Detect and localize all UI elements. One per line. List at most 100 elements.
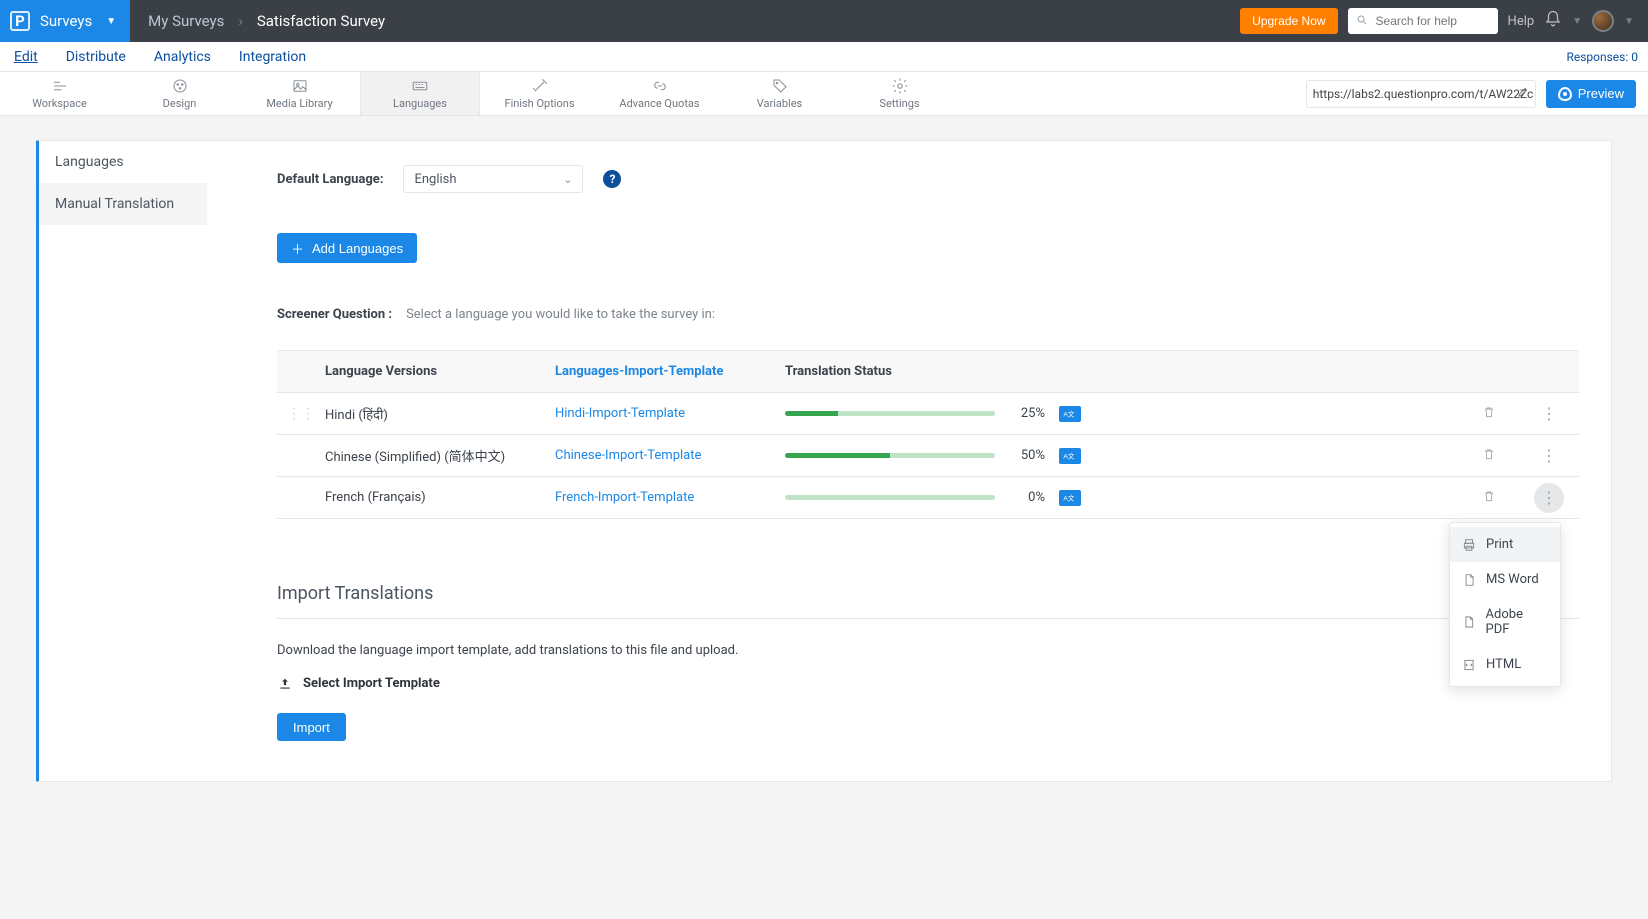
tool-label: Finish Options xyxy=(504,97,574,110)
edit-toolbar: Workspace Design Media Library Languages… xyxy=(0,72,1648,116)
menu-item-msword[interactable]: MS Word xyxy=(1450,562,1560,597)
select-import-template[interactable]: Select Import Template xyxy=(277,676,1579,691)
help-search[interactable] xyxy=(1348,8,1498,34)
help-search-input[interactable] xyxy=(1374,13,1490,29)
import-template-link[interactable]: Hindi-Import-Template xyxy=(555,406,785,421)
translation-status: 25% A文 xyxy=(785,406,1125,422)
palette-icon xyxy=(171,77,189,95)
languages-panel: Languages Manual Translation Default Lan… xyxy=(36,140,1612,782)
menu-label: MS Word xyxy=(1486,572,1539,587)
drag-handle-icon[interactable]: ⋮⋮ xyxy=(277,406,325,422)
side-item-languages[interactable]: Languages xyxy=(39,141,207,183)
user-avatar[interactable] xyxy=(1592,10,1614,32)
caret-down-icon: ▼ xyxy=(106,16,116,27)
plus-icon: ＋ xyxy=(291,239,304,258)
default-language-value: English xyxy=(414,172,456,187)
svg-text:A文: A文 xyxy=(1063,409,1074,418)
progress-pct: 25% xyxy=(1009,406,1045,421)
help-icon[interactable]: ? xyxy=(603,170,621,188)
link-icon xyxy=(651,77,669,95)
auto-translate-badge-icon[interactable]: A文 xyxy=(1059,406,1081,422)
tool-label: Advance Quotas xyxy=(619,97,699,110)
tool-label: Variables xyxy=(757,97,803,110)
word-icon xyxy=(1462,573,1476,587)
add-languages-button[interactable]: ＋ Add Languages xyxy=(277,233,417,263)
tab-edit[interactable]: Edit xyxy=(14,49,38,65)
caret-down-icon: ▼ xyxy=(1624,16,1634,27)
brand-switcher[interactable]: P Surveys ▼ xyxy=(0,0,130,42)
tool-label: Design xyxy=(163,97,197,110)
screener-text: Select a language you would like to take… xyxy=(406,307,715,322)
import-template-link[interactable]: French-Import-Template xyxy=(555,490,785,505)
import-button[interactable]: Import xyxy=(277,713,346,741)
menu-item-html[interactable]: HTML xyxy=(1450,647,1560,682)
tool-label: Workspace xyxy=(32,97,87,110)
languages-content: Default Language: English ⌄ ? ＋ Add Lang… xyxy=(207,141,1611,781)
table-row: Chinese (Simplified) (简体中文) Chinese-Impo… xyxy=(277,435,1579,477)
side-item-manual-translation[interactable]: Manual Translation xyxy=(39,183,207,225)
more-actions-button[interactable]: ⋮ xyxy=(1519,404,1579,423)
search-icon xyxy=(1356,14,1368,29)
progress-bar xyxy=(785,453,995,458)
default-language-row: Default Language: English ⌄ ? xyxy=(277,165,1579,193)
wand-icon xyxy=(531,77,549,95)
responses-count[interactable]: Responses: 0 xyxy=(1566,50,1638,64)
language-name: Chinese (Simplified) (简体中文) xyxy=(325,446,555,465)
tool-finish-options[interactable]: Finish Options xyxy=(480,72,600,115)
add-languages-label: Add Languages xyxy=(312,241,403,256)
tool-advance-quotas[interactable]: Advance Quotas xyxy=(600,72,720,115)
tool-languages[interactable]: Languages xyxy=(360,72,480,115)
languages-table: Language Versions Languages-Import-Templ… xyxy=(277,350,1579,519)
survey-url-box[interactable]: https://labs2.questionpro.com/t/AW22Zc xyxy=(1306,80,1536,108)
breadcrumb-survey-title: Satisfaction Survey xyxy=(257,12,385,30)
preview-button[interactable]: Preview xyxy=(1546,80,1636,108)
topbar: P Surveys ▼ My Surveys › Satisfaction Su… xyxy=(0,0,1648,42)
tool-media-library[interactable]: Media Library xyxy=(240,72,360,115)
import-template-link[interactable]: Chinese-Import-Template xyxy=(555,448,785,463)
menu-item-pdf[interactable]: Adobe PDF xyxy=(1450,597,1560,647)
delete-button[interactable] xyxy=(1459,404,1519,424)
progress-bar xyxy=(785,411,995,416)
toolbar-right: https://labs2.questionpro.com/t/AW22Zc P… xyxy=(1306,72,1648,115)
upgrade-button[interactable]: Upgrade Now xyxy=(1240,8,1337,34)
menu-item-print[interactable]: Print xyxy=(1450,527,1560,562)
html-icon xyxy=(1462,658,1476,672)
tab-analytics[interactable]: Analytics xyxy=(154,49,211,65)
menu-label: Print xyxy=(1486,537,1513,552)
eye-icon xyxy=(1558,87,1572,101)
delete-button[interactable] xyxy=(1459,488,1519,508)
tool-design[interactable]: Design xyxy=(120,72,240,115)
tool-label: Settings xyxy=(879,97,919,110)
table-row: ⋮⋮ Hindi (हिंदी) Hindi-Import-Template 2… xyxy=(277,393,1579,435)
pencil-icon[interactable] xyxy=(1517,86,1529,101)
breadcrumb-my-surveys[interactable]: My Surveys xyxy=(148,12,224,30)
col-import-template-link[interactable]: Languages-Import-Template xyxy=(555,364,785,379)
chevron-down-icon: ⌄ xyxy=(563,173,572,186)
translation-status: 50% A文 xyxy=(785,448,1125,464)
caret-down-icon: ▼ xyxy=(1572,16,1582,27)
more-actions-button[interactable]: ⋮ xyxy=(1534,483,1564,513)
row-actions-menu: Print MS Word Adobe PDF HTML xyxy=(1449,522,1561,687)
tool-settings[interactable]: Settings xyxy=(840,72,960,115)
breadcrumb: My Surveys › Satisfaction Survey xyxy=(130,12,385,30)
divider xyxy=(277,618,1579,619)
auto-translate-badge-icon[interactable]: A文 xyxy=(1059,448,1081,464)
auto-translate-badge-icon[interactable]: A文 xyxy=(1059,490,1081,506)
help-link[interactable]: Help xyxy=(1508,14,1535,29)
tool-variables[interactable]: Variables xyxy=(720,72,840,115)
tag-icon xyxy=(771,77,789,95)
more-actions-button[interactable]: ⋮ xyxy=(1519,446,1579,465)
tool-workspace[interactable]: Workspace xyxy=(0,72,120,115)
language-name: French (Français) xyxy=(325,490,555,505)
main-tabs: Edit Distribute Analytics Integration Re… xyxy=(0,42,1648,72)
table-row: French (Français) French-Import-Template… xyxy=(277,477,1579,519)
tab-distribute[interactable]: Distribute xyxy=(66,49,126,65)
notifications-bell-icon[interactable] xyxy=(1544,10,1562,32)
upload-icon xyxy=(277,677,293,691)
delete-button[interactable] xyxy=(1459,446,1519,466)
tab-integration[interactable]: Integration xyxy=(239,49,306,65)
default-language-select[interactable]: English ⌄ xyxy=(403,165,583,193)
translation-status: 0% A文 xyxy=(785,490,1125,506)
progress-pct: 0% xyxy=(1009,490,1045,505)
select-import-label: Select Import Template xyxy=(303,676,440,691)
